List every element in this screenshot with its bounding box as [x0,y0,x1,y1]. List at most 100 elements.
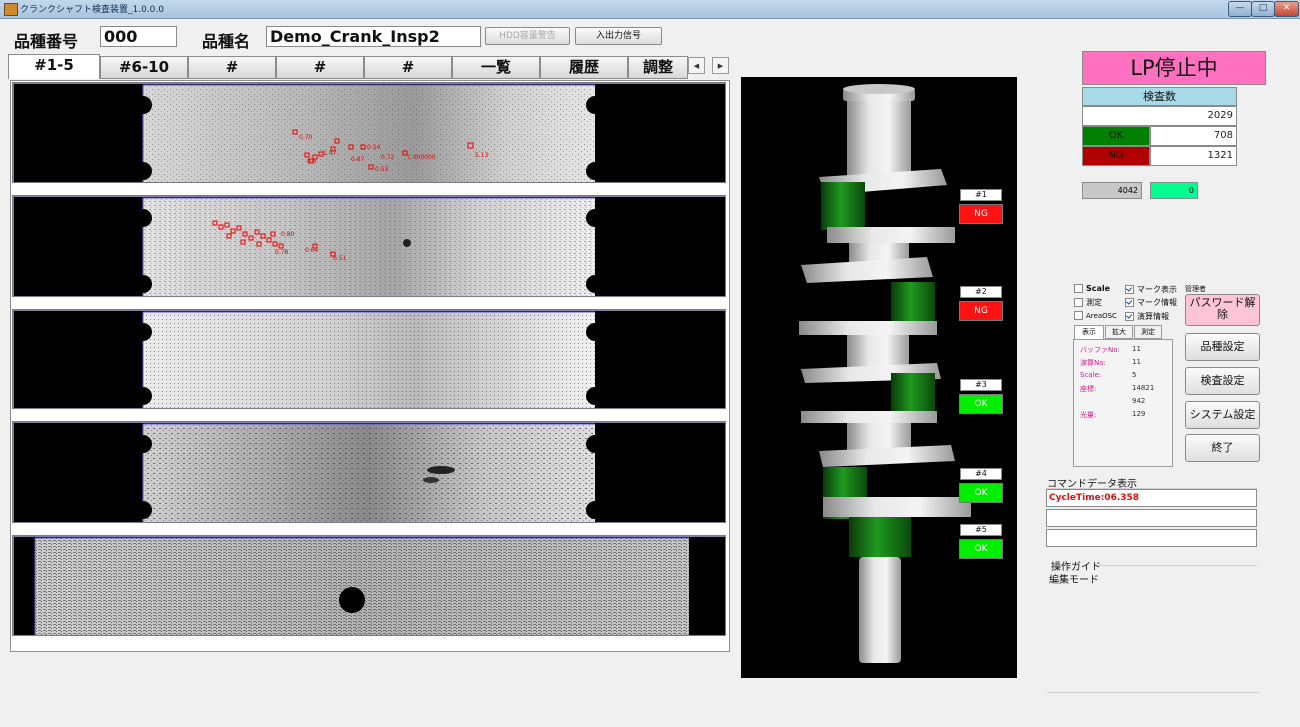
checkbox-checked-icon [1125,312,1134,321]
mark-display-label: マーク表示 [1137,285,1177,294]
defect-label: 0.80 [281,231,295,238]
checkbox-checked-icon [1125,285,1134,294]
subtab-measure[interactable]: 測定 [1134,325,1162,339]
subtab-display[interactable]: 表示 [1074,325,1104,339]
crankshaft-graphic [799,84,971,663]
strip-3-graphic [13,310,725,408]
inspection-count-header: 検査数 [1082,87,1237,106]
counter-left: 4042 [1082,182,1142,199]
divider [1047,692,1259,693]
product-no-field[interactable]: 000 [100,26,177,47]
tab-adjust[interactable]: 調整 [628,56,688,79]
password-unlock-button[interactable]: パスワード解除 [1185,294,1260,326]
cylinder-5-result: OK [959,539,1003,559]
mark-info-label: マーク情報 [1137,298,1177,307]
calc-info-label: 演算情報 [1137,312,1169,321]
line-status-badge: LP停止中 [1082,51,1266,85]
ok-count-label: OK [1082,126,1150,146]
defect-label: 1.47 [323,150,337,157]
defect-label: 0.51 [333,255,347,262]
strip-2-graphic: 0.80 0.64 0.51 0.78 [13,196,725,296]
checkbox-icon [1074,298,1083,307]
maximize-button[interactable]: □ [1251,1,1275,17]
defect-label: 5.13 [475,152,489,159]
ok-count: 708 [1150,126,1237,146]
hdd-warning-button[interactable]: HDD容量警告 [485,27,570,45]
strip-5-graphic [13,536,725,635]
system-settings-button[interactable]: システム設定 [1185,401,1260,429]
calc-info-checkbox[interactable]: 演算情報 [1125,311,1169,322]
scale-checkbox[interactable]: Scale [1074,284,1110,293]
tab-scroll-left-icon[interactable]: ◀ [688,57,705,74]
defect-label: 0.87 [351,156,365,163]
checkbox-icon [1074,311,1083,320]
inspection-image-1[interactable]: 0.70 1.47 0.54 0.87 0.72 1.000000 0.53 5… [12,82,726,183]
ng-count-label: NG [1082,146,1150,166]
command-line-2 [1046,509,1257,527]
inspection-settings-button[interactable]: 検査設定 [1185,367,1260,395]
checkbox-checked-icon [1125,298,1134,307]
scale-label: Scale [1086,284,1111,293]
defect-label: 0.78 [275,249,289,256]
crankshaft-3d-view[interactable] [741,77,1017,678]
app-window: クランクシャフト検査装置_1.0.0.0 — □ ✕ 品種番号 000 品種名 … [0,0,1300,727]
cylinder-2-result: NG [959,301,1003,321]
defect-label: 1.000000 [407,154,436,161]
cylinder-1-result: NG [959,204,1003,224]
tab-6-10[interactable]: #6-10 [100,56,188,79]
cylinder-3-label: #3 [960,379,1002,391]
close-button[interactable]: ✕ [1274,1,1299,17]
defect-label: 0.64 [305,247,319,254]
areaosc-checkbox[interactable]: AreaOSC [1074,311,1117,320]
product-no-label: 品種番号 [14,32,79,51]
product-name-field[interactable]: Demo_Crank_Insp2 [266,26,481,47]
tab-history[interactable]: 履歴 [540,56,628,79]
inspection-image-4[interactable] [12,421,726,523]
cylinder-5-label: #5 [960,524,1002,536]
exit-button[interactable]: 終了 [1185,434,1260,462]
inspection-image-5[interactable] [12,535,726,636]
areaosc-label: AreaOSC [1086,312,1117,320]
tab-5[interactable]: # [364,56,452,79]
info-panel: バッファNo: 11 演算No: 11 Scale: 5 座標: 14821 942 光… [1073,339,1173,467]
window-title: クランクシャフト検査装置_1.0.0.0 [20,5,164,15]
product-name-label: 品種名 [202,32,251,51]
cylinder-1-label: #1 [960,189,1002,201]
cylinder-4-result: OK [959,483,1003,503]
tab-scroll-right-icon[interactable]: ▶ [712,57,729,74]
mark-display-checkbox[interactable]: マーク表示 [1125,284,1177,295]
tab-4[interactable]: # [276,56,364,79]
inspection-image-3[interactable] [12,309,726,409]
defect-label: 0.54 [367,144,381,151]
inspection-image-2[interactable]: 0.80 0.64 0.51 0.78 [12,195,726,297]
divider [1097,565,1257,566]
checkbox-icon [1074,284,1083,293]
defect-label: 0.72 [381,154,395,161]
tab-list[interactable]: 一覧 [452,56,540,79]
tab-3[interactable]: # [188,56,276,79]
product-settings-button[interactable]: 品種設定 [1185,333,1260,361]
subtab-zoom[interactable]: 拡大 [1105,325,1133,339]
io-signal-button[interactable]: 入出力信号 [575,27,662,45]
tab-1-5[interactable]: #1-5 [8,54,100,79]
command-line-3 [1046,529,1257,547]
defect-label: 0.53 [375,166,389,173]
command-line-1: CycleTime:06.358 [1046,489,1257,507]
strip-4-graphic [13,422,725,522]
measure-label: 測定 [1086,298,1102,307]
cylinder-2-label: #2 [960,286,1002,298]
admin-label: 管理者 [1185,285,1206,293]
mark-info-checkbox[interactable]: マーク情報 [1125,297,1177,308]
defect-label: 0.70 [299,134,313,141]
total-count: 2029 [1082,106,1237,126]
minimize-button[interactable]: — [1228,1,1252,17]
edit-mode-text: 編集モード [1049,575,1099,586]
cylinder-4-label: #4 [960,468,1002,480]
counter-right: 0 [1150,182,1198,199]
title-bar: クランクシャフト検査装置_1.0.0.0 — □ ✕ [0,0,1300,19]
cylinder-3-result: OK [959,394,1003,414]
defect-label: 0.6 [307,158,317,165]
measure-checkbox[interactable]: 測定 [1074,297,1102,308]
app-icon [4,3,18,16]
ng-count: 1321 [1150,146,1237,166]
